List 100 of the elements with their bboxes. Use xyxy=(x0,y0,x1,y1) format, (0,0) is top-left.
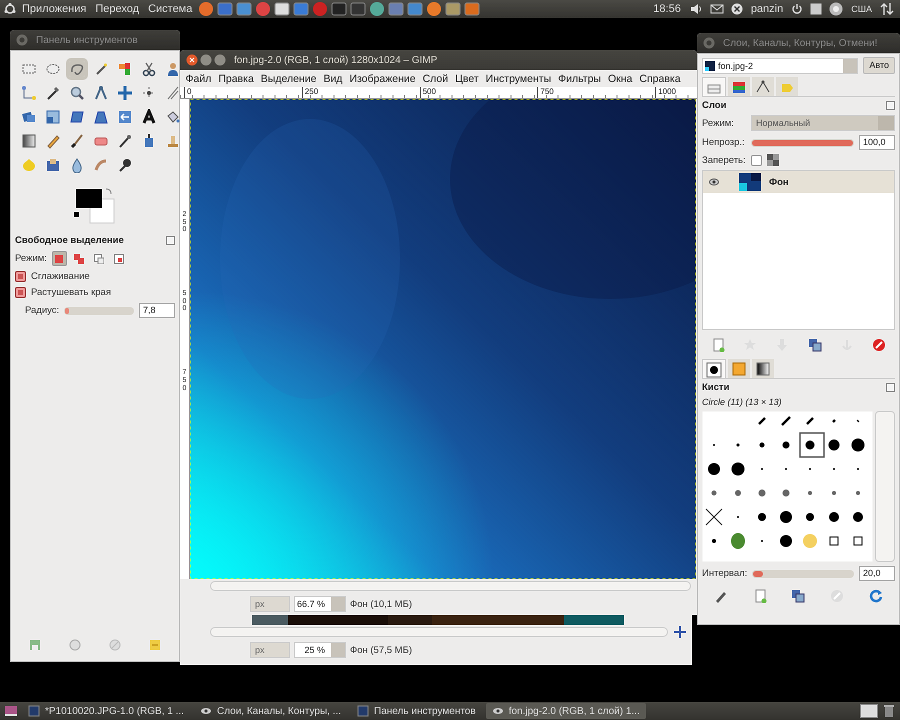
zoom-dropdown[interactable]: 66.7 % xyxy=(294,596,346,612)
menu-item[interactable]: Справка xyxy=(636,72,684,84)
checkbox[interactable] xyxy=(15,271,26,282)
window-menu-icon[interactable] xyxy=(16,34,28,46)
eyedropper-icon[interactable] xyxy=(45,85,61,101)
flip-icon[interactable] xyxy=(117,109,133,125)
delete-icon[interactable] xyxy=(872,338,886,352)
magnifier-icon[interactable] xyxy=(69,85,85,101)
zoom-dropdown[interactable]: 25 % xyxy=(294,642,346,658)
pencil-icon[interactable] xyxy=(45,133,61,149)
rotate-layers-icon[interactable] xyxy=(21,109,37,125)
network-icon[interactable] xyxy=(829,2,844,16)
mode-dropdown[interactable]: Нормальный xyxy=(751,115,895,131)
mode-button[interactable] xyxy=(92,251,107,266)
window-menu-icon[interactable] xyxy=(703,37,715,49)
checkbox[interactable] xyxy=(15,287,26,298)
eye-icon[interactable] xyxy=(709,178,719,186)
slider-fill[interactable] xyxy=(753,570,764,576)
checkbox[interactable] xyxy=(750,154,762,166)
menu-item[interactable]: Слой xyxy=(419,72,452,84)
trash-icon[interactable] xyxy=(882,704,896,718)
taskbar-button[interactable]: Слои, Каналы, Контуры, ... xyxy=(194,703,348,719)
mode-button[interactable] xyxy=(72,251,87,266)
checker-icon[interactable] xyxy=(766,154,779,166)
menu-item[interactable]: Файл xyxy=(182,72,215,84)
new-page-icon[interactable] xyxy=(752,589,767,603)
image-dropdown[interactable]: fon.jpg-2 xyxy=(702,58,858,74)
launcher-icon[interactable] xyxy=(198,1,214,17)
pencil-icon[interactable] xyxy=(714,589,728,603)
smudge-icon[interactable] xyxy=(93,157,109,173)
text-letter-icon[interactable] xyxy=(141,109,157,125)
menu-item[interactable]: Цвет xyxy=(452,72,482,84)
mode-button[interactable] xyxy=(52,251,67,266)
unit-dropdown[interactable]: px xyxy=(250,642,290,658)
workspace-icon[interactable] xyxy=(810,3,822,15)
brush-grid-drawing[interactable] xyxy=(702,411,873,562)
move-cross-icon[interactable] xyxy=(117,85,133,101)
transfer-arrows-icon[interactable] xyxy=(880,2,894,16)
scale-layers-icon[interactable] xyxy=(45,109,61,125)
refresh-icon[interactable] xyxy=(868,589,883,603)
workspace-switcher-icon[interactable] xyxy=(860,704,878,718)
collapse-button[interactable] xyxy=(886,101,895,110)
lasso-icon[interactable] xyxy=(69,61,85,77)
duplicate-icon[interactable] xyxy=(808,338,822,352)
perspective-icon[interactable] xyxy=(93,109,109,125)
panel-menu[interactable]: Переход xyxy=(92,3,142,15)
panel-menu[interactable]: Система xyxy=(145,3,196,15)
color-blocks-icon[interactable] xyxy=(117,61,133,77)
mode-button[interactable] xyxy=(112,251,127,266)
menu-item[interactable]: Окна xyxy=(604,72,636,84)
airbrush-icon[interactable] xyxy=(117,133,133,149)
compass-icon[interactable] xyxy=(93,85,109,101)
speaker-icon[interactable] xyxy=(688,2,703,16)
horizontal-scrollbar[interactable] xyxy=(210,581,691,591)
path-nodes-icon[interactable] xyxy=(21,85,37,101)
menu-item[interactable]: Фильтры xyxy=(554,72,604,84)
collapse-button[interactable] xyxy=(166,236,175,245)
launcher-icon[interactable] xyxy=(445,1,462,17)
dock-tab[interactable] xyxy=(702,359,726,378)
taskbar-button[interactable]: *P1010020.JPG-1.0 (RGB, 1 ... xyxy=(22,703,190,719)
window-controls-icon[interactable] xyxy=(186,54,226,66)
power-icon[interactable] xyxy=(791,3,804,15)
launcher-icon[interactable] xyxy=(274,1,290,17)
taskbar-button[interactable]: Панель инструментов xyxy=(351,703,482,719)
duplicate-icon[interactable] xyxy=(791,589,806,603)
menu-item[interactable]: Выделение xyxy=(257,72,320,84)
reset-icon[interactable] xyxy=(149,639,161,651)
dock-tab[interactable] xyxy=(752,359,774,378)
slider-track[interactable] xyxy=(752,570,854,578)
clock[interactable]: 18:56 xyxy=(650,3,684,15)
slider-track[interactable] xyxy=(64,306,134,314)
panel-menu[interactable]: Приложения xyxy=(19,3,90,15)
launcher-icon[interactable] xyxy=(369,1,386,17)
dock-tab[interactable] xyxy=(752,77,774,96)
new-page-icon[interactable] xyxy=(711,338,726,352)
gradient-icon[interactable] xyxy=(21,133,37,149)
taskbar-button[interactable]: fon.jpg-2.0 (RGB, 1 слой) 1... xyxy=(486,703,646,719)
menu-item[interactable]: Инструменты xyxy=(482,72,555,84)
horizontal-scrollbar[interactable] xyxy=(210,627,668,637)
number-field[interactable]: 7,8 xyxy=(139,303,175,318)
navigate-cross-icon[interactable] xyxy=(674,626,686,638)
launcher-icon[interactable] xyxy=(331,1,348,17)
menu-item[interactable]: Вид xyxy=(320,72,346,84)
collapse-button[interactable] xyxy=(886,383,895,392)
shear-icon[interactable] xyxy=(69,109,85,125)
status-icon[interactable] xyxy=(730,3,743,15)
brush-icon[interactable] xyxy=(69,133,85,149)
person-icon[interactable] xyxy=(165,61,180,77)
show-desktop-icon[interactable] xyxy=(4,704,18,718)
layer-row[interactable]: Фон xyxy=(703,171,894,193)
stamp-icon[interactable] xyxy=(165,133,180,149)
slider-fill[interactable] xyxy=(65,308,70,314)
unit-dropdown[interactable]: px xyxy=(250,596,290,612)
auto-button[interactable]: Авто xyxy=(863,57,895,74)
user-name[interactable]: panzin xyxy=(748,3,786,15)
envelope-icon[interactable] xyxy=(710,2,724,16)
menu-item[interactable]: Изображение xyxy=(346,72,420,84)
number-field[interactable]: 100,0 xyxy=(859,135,895,150)
launcher-icon[interactable] xyxy=(426,1,442,17)
vertical-scrollbar[interactable] xyxy=(875,411,895,562)
